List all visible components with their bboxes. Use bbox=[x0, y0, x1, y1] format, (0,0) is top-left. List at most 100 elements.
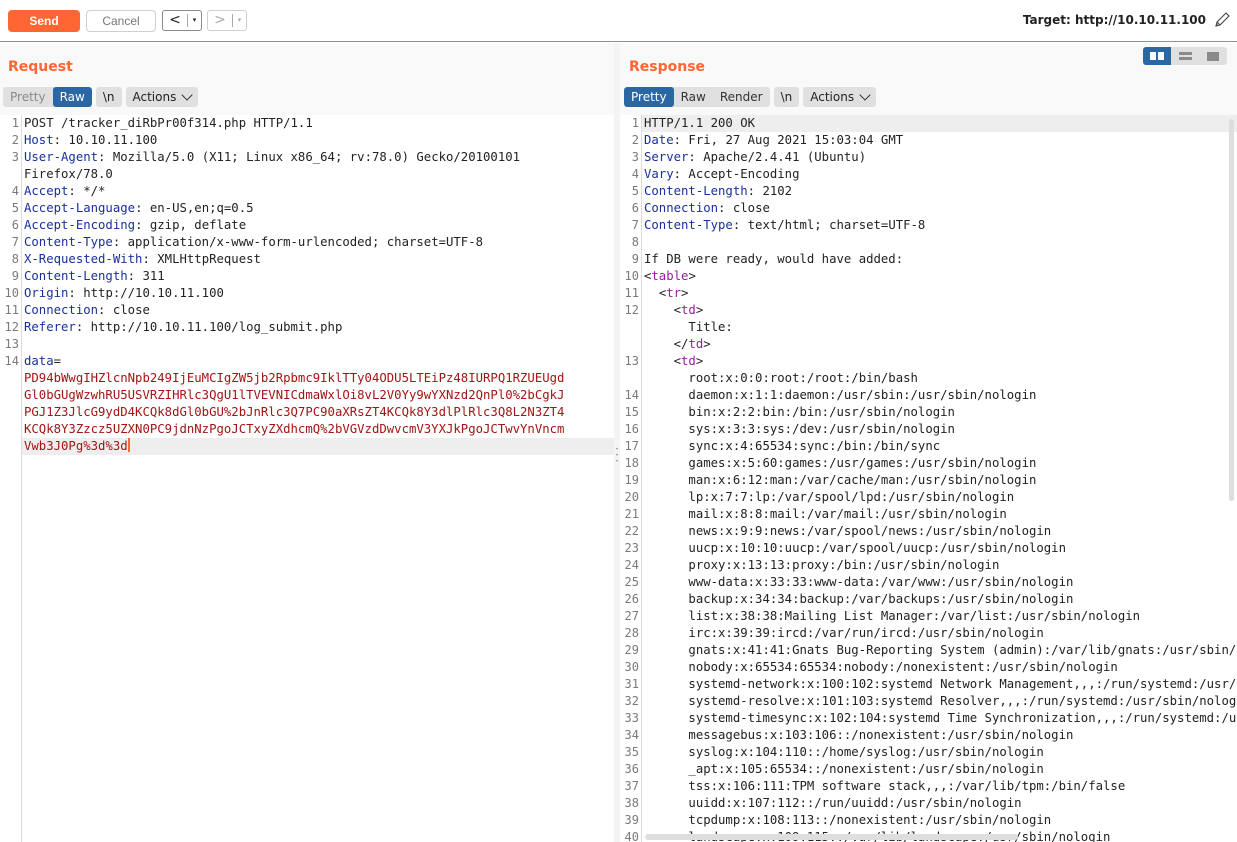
request-lines: 1 POST /tracker_diRbPr00f314.php HTTP/1.1… bbox=[0, 115, 614, 455]
line-number: 6 bbox=[11, 218, 19, 232]
header-value: : Apache/2.4.41 (Ubuntu) bbox=[688, 150, 867, 164]
header-name: Accept bbox=[24, 184, 69, 198]
line-number: 8 bbox=[11, 252, 19, 266]
header-name: Content-Length bbox=[24, 269, 128, 283]
line-number: 31 bbox=[624, 677, 639, 691]
tab-raw[interactable]: Raw bbox=[674, 87, 713, 107]
line-number: 9 bbox=[631, 252, 639, 266]
code-line: 33 systemd-timesync:x:102:104:systemd Ti… bbox=[620, 710, 1237, 727]
code-line: Title: bbox=[620, 319, 1237, 336]
line-number: 7 bbox=[631, 218, 639, 232]
actions-dropdown[interactable]: Actions bbox=[803, 87, 877, 107]
cancel-button[interactable]: Cancel bbox=[86, 10, 156, 32]
forward-arrow-icon[interactable]: > bbox=[208, 11, 232, 30]
tab-render[interactable]: Render bbox=[713, 87, 770, 107]
line-content: Content-Length: 2102 bbox=[642, 183, 1237, 200]
line-number: 40 bbox=[624, 830, 639, 842]
code-line: 17 sync:x:4:65534:sync:/bin:/bin/sync bbox=[620, 438, 1237, 455]
header-value: : Fri, 27 Aug 2021 15:03:04 GMT bbox=[673, 133, 904, 147]
line-number: 37 bbox=[624, 779, 639, 793]
code-line: 31 systemd-network:x:100:102:systemd Net… bbox=[620, 676, 1237, 693]
line-content: X-Requested-With: XMLHttpRequest bbox=[22, 251, 614, 268]
code-line: 23 uucp:x:10:10:uucp:/var/spool/uucp:/us… bbox=[620, 540, 1237, 557]
code-line: 28 irc:x:39:39:ircd:/var/run/ircd:/usr/s… bbox=[620, 625, 1237, 642]
line-number: 4 bbox=[11, 184, 19, 198]
line-content: tcpdump:x:108:113::/nonexistent:/usr/sbi… bbox=[642, 812, 1237, 829]
line-number: 25 bbox=[624, 575, 639, 589]
code-line: 32 systemd-resolve:x:101:103:systemd Res… bbox=[620, 693, 1237, 710]
vertical-scrollbar[interactable] bbox=[1229, 119, 1234, 501]
target-label: Target: http://10.10.11.100 bbox=[1022, 13, 1206, 27]
encoded-body-value: PD94bWwgIHZlcnNpb249IjEuMCIgZW5jb2Rpbmc9… bbox=[24, 371, 565, 385]
line-number: 5 bbox=[11, 201, 19, 215]
text: sys:x:3:3:sys:/dev:/usr/sbin/nologin bbox=[644, 422, 955, 436]
code-line: 3 User-Agent: Mozilla/5.0 (X11; Linux x86… bbox=[0, 149, 614, 166]
newline-toggle[interactable]: \n bbox=[773, 87, 800, 107]
line-content: games:x:5:60:games:/usr/games:/usr/sbin/… bbox=[642, 455, 1237, 472]
line-content bbox=[22, 336, 614, 353]
line-content: <table> bbox=[644, 269, 696, 283]
text: man:x:6:12:man:/var/cache/man:/usr/sbin/… bbox=[644, 473, 1037, 487]
line-number: 15 bbox=[624, 405, 639, 419]
line-content: Accept: */* bbox=[22, 183, 614, 200]
split-vertical-button[interactable] bbox=[1171, 47, 1199, 65]
line-number bbox=[0, 438, 22, 455]
code-line: 18 games:x:5:60:games:/usr/games:/usr/sb… bbox=[620, 455, 1237, 472]
actions-dropdown[interactable]: Actions bbox=[125, 87, 199, 107]
line-number bbox=[620, 336, 642, 353]
horizontal-scrollbar[interactable] bbox=[645, 834, 1018, 840]
code-line: 9 If DB were ready, would have added: bbox=[620, 251, 1237, 268]
history-forward-button[interactable]: > ▾ bbox=[207, 10, 247, 31]
line-number: 24 bbox=[624, 558, 639, 572]
history-back-button[interactable]: < ▾ bbox=[162, 10, 202, 31]
line-number: 26 bbox=[624, 592, 639, 606]
header-value: : XMLHttpRequest bbox=[142, 252, 261, 266]
code-line: 19 man:x:6:12:man:/var/cache/man:/usr/sb… bbox=[620, 472, 1237, 489]
line-number: 36 bbox=[624, 762, 639, 776]
request-tabbar: Pretty Raw \n Actions bbox=[3, 87, 199, 107]
line-number: 10 bbox=[4, 286, 19, 300]
code-line: 3 Server: Apache/2.4.41 (Ubuntu) bbox=[620, 149, 1237, 166]
text: backup:x:34:34:backup:/var/backups:/usr/… bbox=[644, 592, 1074, 606]
line-number: 19 bbox=[624, 473, 639, 487]
line-number: 2 bbox=[11, 133, 19, 147]
tab-pretty[interactable]: Pretty bbox=[3, 87, 53, 107]
line-content: gnats:x:41:41:Gnats Bug-Reporting System… bbox=[642, 642, 1237, 659]
back-arrow-icon[interactable]: < bbox=[163, 11, 187, 30]
drag-handle-icon[interactable]: • • • bbox=[615, 447, 619, 467]
text: news:x:9:9:news:/var/spool/news:/usr/sbi… bbox=[644, 524, 1052, 538]
code-line: 10 <table> bbox=[620, 268, 1237, 285]
code-line: </td> bbox=[620, 336, 1237, 353]
code-line: 37 tss:x:106:111:TPM software stack,,,:/… bbox=[620, 778, 1237, 795]
back-history-dropdown-icon[interactable]: ▾ bbox=[188, 11, 201, 30]
header-value: : close bbox=[98, 303, 150, 317]
pencil-icon[interactable] bbox=[1213, 11, 1231, 29]
code-line: PGJ1Z3JlcG9ydD4KCQk8dGl0bGU%2bJnRlc3Q7PC… bbox=[0, 404, 614, 421]
response-editor[interactable]: 1 HTTP/1.1 200 OK 2 Date: Fri, 27 Aug 2021 … bbox=[620, 115, 1237, 842]
code-line: 15 bin:x:2:2:bin:/bin:/usr/sbin/nologin bbox=[620, 404, 1237, 421]
forward-history-dropdown-icon[interactable]: ▾ bbox=[233, 11, 246, 30]
line-number: 4 bbox=[631, 167, 639, 181]
top-toolbar: Send Cancel < ▾ > ▾ Target: http://10.10… bbox=[0, 0, 1237, 42]
header-name: Accept-Encoding bbox=[24, 218, 136, 232]
split-horizontal-button[interactable] bbox=[1143, 47, 1171, 65]
tab-pretty[interactable]: Pretty bbox=[624, 87, 674, 107]
single-pane-button[interactable] bbox=[1199, 47, 1227, 65]
code-line: 29 gnats:x:41:41:Gnats Bug-Reporting Sys… bbox=[620, 642, 1237, 659]
line-number: 3 bbox=[11, 150, 19, 164]
code-line: 24 proxy:x:13:13:proxy:/bin:/usr/sbin/no… bbox=[620, 557, 1237, 574]
request-editor[interactable]: 1 POST /tracker_diRbPr00f314.php HTTP/1.1… bbox=[0, 115, 614, 842]
send-button[interactable]: Send bbox=[8, 10, 80, 32]
line-content: Connection: close bbox=[642, 200, 1237, 217]
line-content: _apt:x:105:65534::/nonexistent:/usr/sbin… bbox=[642, 761, 1237, 778]
line-content: root:x:0:0:root:/root:/bin/bash bbox=[642, 370, 1237, 387]
header-name: Origin bbox=[24, 286, 69, 300]
newline-toggle[interactable]: \n bbox=[95, 87, 122, 107]
text: systemd-resolve:x:101:103:systemd Resolv… bbox=[644, 694, 1237, 708]
code-line: 1 POST /tracker_diRbPr00f314.php HTTP/1.1 bbox=[0, 115, 614, 132]
header-value: : http://10.10.11.100/log_submit.php bbox=[75, 320, 343, 334]
line-content: Referer: http://10.10.11.100/log_submit.… bbox=[22, 319, 614, 336]
line-number bbox=[0, 421, 22, 438]
tab-raw[interactable]: Raw bbox=[52, 87, 92, 107]
